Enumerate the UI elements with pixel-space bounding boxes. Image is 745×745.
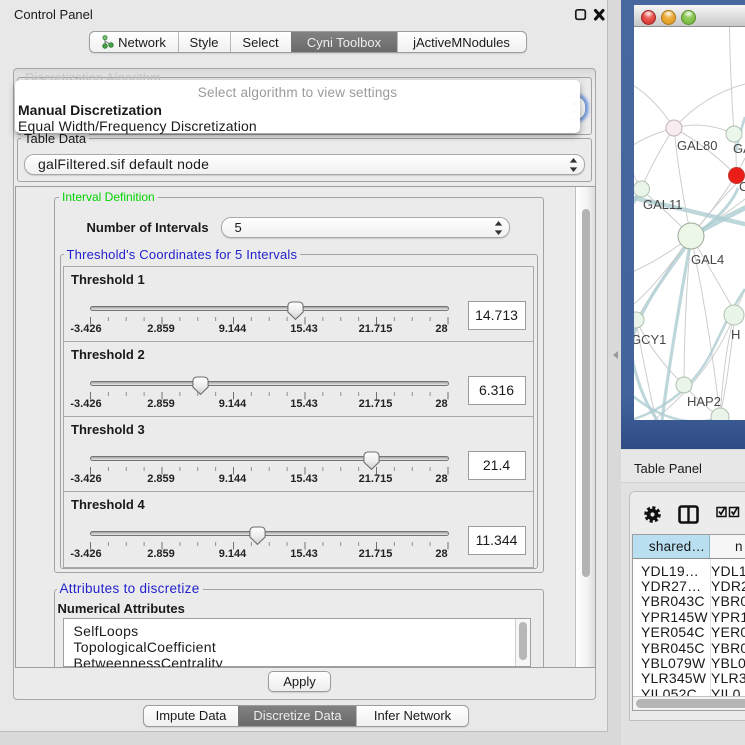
svg-text:C: C [739,179,745,194]
svg-text:GA: GA [733,141,745,156]
svg-text:GAL80: GAL80 [677,138,717,153]
svg-text:H: H [731,327,740,342]
svg-text:GAL11: GAL11 [643,197,683,212]
svg-text:GAL4: GAL4 [691,252,724,267]
svg-text:GCY1: GCY1 [634,332,666,347]
svg-text:HAP2: HAP2 [687,394,721,409]
